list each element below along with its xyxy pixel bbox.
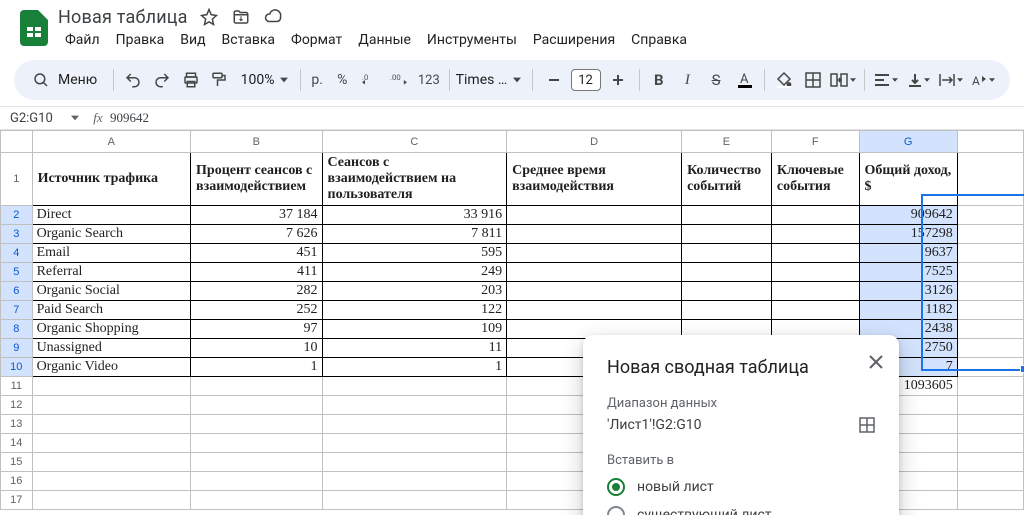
pivot-table-dialog: Новая сводная таблица Диапазон данных 'Л…: [583, 335, 899, 515]
menu-edit[interactable]: Правка: [109, 30, 172, 50]
menu-data[interactable]: Данные: [351, 30, 418, 50]
menu-format[interactable]: Формат: [284, 30, 349, 50]
menu-view[interactable]: Вид: [173, 30, 212, 50]
menu-search[interactable]: Меню: [26, 65, 107, 95]
cloud-status-icon[interactable]: [262, 6, 284, 28]
merge-btn[interactable]: [828, 65, 858, 95]
row-4[interactable]: 4: [1, 244, 33, 263]
row-2[interactable]: 2: [1, 206, 33, 225]
row-1[interactable]: 1: [1, 153, 33, 206]
col-H[interactable]: [957, 131, 1023, 153]
row-9[interactable]: 9: [1, 339, 33, 358]
col-A[interactable]: A: [32, 131, 190, 153]
font-select[interactable]: Times …: [456, 72, 526, 88]
menu-help[interactable]: Справка: [624, 30, 694, 50]
rotate-btn[interactable]: A: [968, 65, 998, 95]
doc-title[interactable]: Новая таблица: [58, 7, 188, 28]
valign-btn[interactable]: [903, 65, 933, 95]
row-5[interactable]: 5: [1, 263, 33, 282]
menu-insert[interactable]: Вставка: [215, 30, 282, 50]
strike-btn[interactable]: S: [703, 65, 730, 95]
toolbar: Меню 100% р. % .0 .00 123 Times … 12 B I…: [14, 60, 1010, 100]
radio-new-sheet[interactable]: новый лист: [607, 478, 875, 496]
fill-color-btn[interactable]: [771, 65, 798, 95]
close-icon[interactable]: [867, 353, 885, 371]
move-icon[interactable]: [230, 6, 252, 28]
align-btn[interactable]: [871, 65, 901, 95]
print-icon[interactable]: [177, 65, 204, 95]
font-size-input[interactable]: 12: [571, 69, 601, 91]
svg-text:.0: .0: [362, 73, 368, 82]
borders-btn[interactable]: [800, 65, 827, 95]
decrease-font-icon[interactable]: [539, 65, 569, 95]
row-7[interactable]: 7: [1, 301, 33, 320]
redo-icon[interactable]: [149, 65, 176, 95]
decrease-decimal-icon[interactable]: .0: [358, 65, 385, 95]
col-B[interactable]: B: [191, 131, 322, 153]
svg-text:A: A: [972, 74, 980, 87]
currency-btn[interactable]: р.: [307, 65, 327, 95]
insert-label: Вставить в: [607, 453, 875, 468]
row-10[interactable]: 10: [1, 358, 33, 377]
svg-text:.00: .00: [390, 73, 401, 82]
col-D[interactable]: D: [507, 131, 682, 153]
dialog-title: Новая сводная таблица: [607, 357, 875, 378]
menu-search-label: Меню: [58, 72, 97, 88]
range-label: Диапазон данных: [607, 396, 875, 411]
italic-btn[interactable]: I: [674, 65, 701, 95]
wrap-btn[interactable]: [936, 65, 966, 95]
fx-icon: fx: [86, 110, 110, 126]
col-G[interactable]: G: [859, 131, 957, 153]
undo-icon[interactable]: [120, 65, 147, 95]
menubar: Файл Правка Вид Вставка Формат Данные Ин…: [58, 30, 694, 50]
row-6[interactable]: 6: [1, 282, 33, 301]
menu-file[interactable]: Файл: [58, 30, 107, 50]
range-value[interactable]: 'Лист1'!G2:G10: [607, 417, 702, 433]
zoom-select[interactable]: 100%: [235, 72, 295, 88]
star-icon[interactable]: [198, 6, 220, 28]
formula-bar[interactable]: 909642: [110, 110, 149, 126]
grid-select-icon[interactable]: [859, 417, 875, 433]
col-E[interactable]: E: [682, 131, 772, 153]
select-all-corner[interactable]: [1, 131, 33, 153]
sheets-app-icon[interactable]: [14, 8, 54, 48]
menu-tools[interactable]: Инструменты: [420, 30, 524, 50]
paint-format-icon[interactable]: [206, 65, 233, 95]
text-color-btn[interactable]: A: [731, 65, 758, 95]
bold-btn[interactable]: B: [645, 65, 672, 95]
percent-btn[interactable]: %: [329, 65, 356, 95]
col-C[interactable]: C: [322, 131, 507, 153]
svg-text:A: A: [740, 72, 749, 87]
increase-font-icon[interactable]: [603, 65, 633, 95]
number-format-btn[interactable]: 123: [415, 65, 443, 95]
row-8[interactable]: 8: [1, 320, 33, 339]
name-box[interactable]: G2:G10: [0, 111, 86, 126]
radio-existing-sheet[interactable]: существующий лист: [607, 506, 875, 515]
col-F[interactable]: F: [771, 131, 859, 153]
increase-decimal-icon[interactable]: .00: [386, 65, 413, 95]
menu-extensions[interactable]: Расширения: [526, 30, 622, 50]
row-3[interactable]: 3: [1, 225, 33, 244]
